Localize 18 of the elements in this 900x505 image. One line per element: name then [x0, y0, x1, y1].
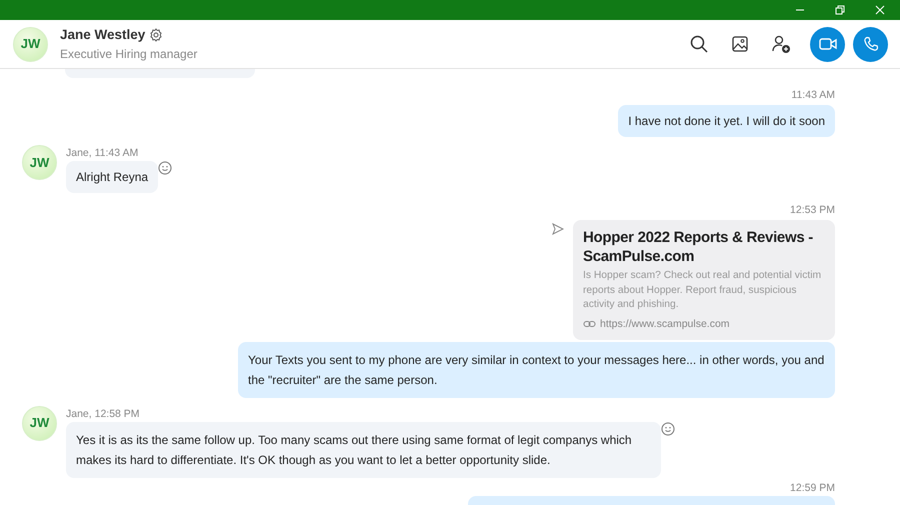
link-preview-card[interactable]: Hopper 2022 Reports & Reviews - ScamPulse.com Is Hopper scam? Check out real and potential victim reports about Hopper. Report fraud, suspicious activity and phishing. https://www.scampulse.com: [573, 220, 835, 340]
message-time: 12:59 PM: [789, 482, 835, 494]
contact-avatar[interactable]: JW: [13, 26, 48, 62]
message-time: 11:43 AM: [790, 89, 835, 101]
link-title: Hopper 2022 Reports & Reviews - ScamPulse.com: [583, 228, 814, 266]
contact-subtitle: Executive Hiring manager: [60, 46, 198, 64]
link-url: https://www.scampulse.com: [600, 316, 730, 330]
message-meta: Jane, 11:43 AM: [66, 147, 140, 159]
message-bubble: I have not done it yet. I will do it soon: [618, 105, 835, 137]
message-bubble: Alright Reyna: [66, 161, 158, 193]
link-description: Is Hopper scam? Check out real and potential victim reports about Hopper. Report fraud, suspicious activity and phishing.: [583, 269, 822, 312]
contact-avatar[interactable]: JW: [22, 145, 57, 180]
message-bubble: Yes it is as its the same follow up. Too many scams out there using same format of legit companys which makes its hard to differentiate. It's OK though as you want to let a better opportunity slide.: [66, 422, 661, 478]
contact-avatar[interactable]: JW: [22, 406, 57, 440]
message-time: 12:53 PM: [789, 204, 835, 216]
message-bubble: Your Texts you sent to my phone are very similar in context to your messages here... in other words, you and the "recruiter" are the same person.: [238, 342, 835, 398]
message-meta: Jane, 12:58 PM: [66, 408, 141, 420]
contact-name: Jane Westley: [60, 26, 146, 44]
